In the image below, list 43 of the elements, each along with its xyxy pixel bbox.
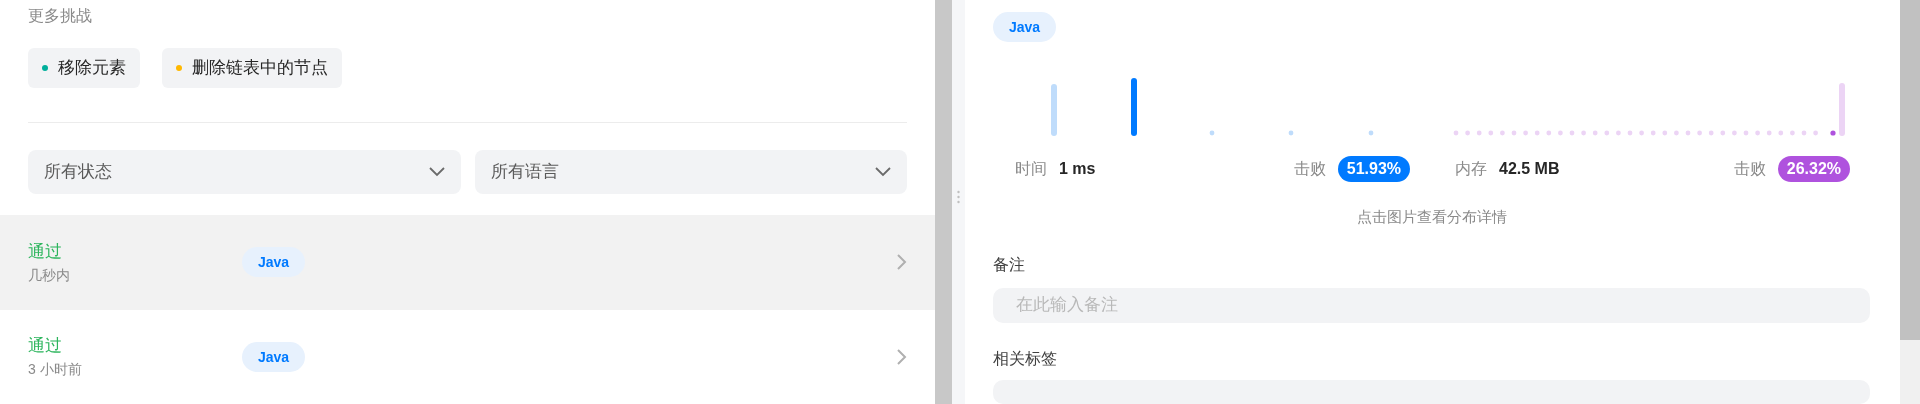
field-label: 相关标签 (993, 348, 1058, 369)
beat-label: 击败 (1293, 158, 1326, 179)
runtime-point (1288, 130, 1294, 136)
challenge-chip[interactable]: 移除元素 (28, 47, 140, 88)
submission-time: 3 小时前 (28, 361, 83, 380)
runtime-bar (1051, 84, 1057, 136)
stat-label: 时间 (1015, 158, 1047, 179)
stat-label: 内存 (1455, 158, 1487, 179)
section-title: 更多挑战 (27, 6, 93, 26)
chevron-down-icon (875, 166, 891, 177)
drag-handle-icon[interactable] (957, 190, 960, 204)
language-tag: Java (993, 12, 1057, 42)
field-label: 备注 (993, 255, 1026, 275)
dropdown-value: 所有语言 (490, 161, 559, 184)
language-tag: Java (242, 341, 306, 372)
language-tag: Java (242, 247, 306, 278)
dropdown-value: 所有状态 (44, 161, 112, 184)
challenge-title: 删除链表中的节点 (192, 57, 328, 80)
chevron-right-icon (897, 348, 907, 365)
memory-point (1830, 130, 1836, 136)
submission-row[interactable]: 通过 几秒内 Java (0, 215, 935, 310)
chevron-right-icon (897, 254, 907, 271)
beat-percentage: 26.32% (1777, 156, 1850, 182)
challenge-title: 移除元素 (58, 57, 126, 80)
note-input[interactable]: 在此输入备注 (993, 288, 1870, 323)
stat-value: 1 ms (1059, 160, 1096, 178)
scrollbar-thumb[interactable] (1900, 0, 1920, 340)
runtime-point (1209, 130, 1215, 136)
filter-dropdown[interactable]: 所有状态 (28, 149, 461, 194)
filter-dropdown[interactable]: 所有语言 (474, 149, 907, 194)
splitter-bar[interactable] (935, 0, 952, 404)
submission-time: 几秒内 (28, 266, 71, 285)
submission-status: 通过 (28, 240, 63, 263)
beat-label: 击败 (1733, 158, 1766, 179)
beat-percentage: 51.93% (1337, 156, 1410, 182)
submission-status: 通过 (28, 335, 63, 358)
stat-value: 42.5 MB (1499, 160, 1560, 178)
runtime-point (1368, 130, 1374, 136)
chart-hint: 点击图片查看分布详情 (1355, 208, 1508, 227)
runtime-bar (1131, 78, 1137, 136)
chevron-down-icon (428, 166, 445, 177)
memory-bar (1839, 83, 1845, 136)
challenge-chip[interactable]: 删除链表中的节点 (162, 47, 342, 88)
